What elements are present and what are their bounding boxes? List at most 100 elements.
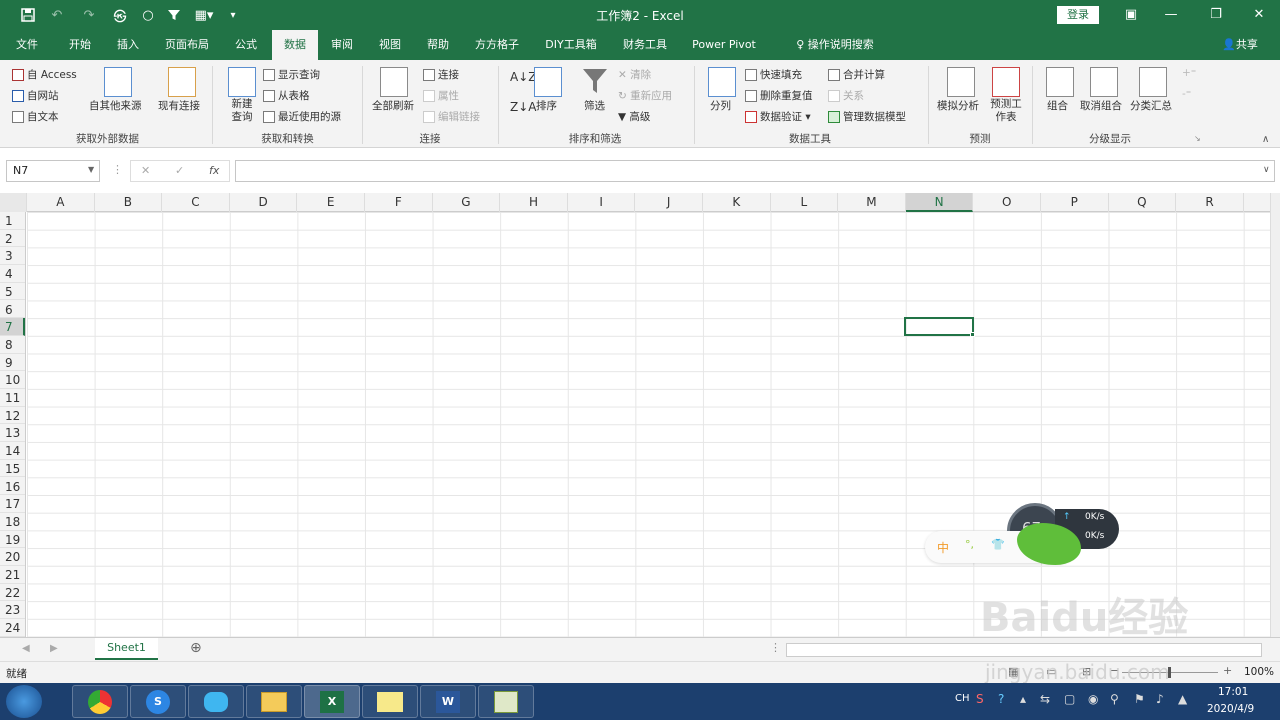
column-header[interactable]: F [365,193,433,212]
row-header[interactable]: 6 [0,301,25,319]
column-header[interactable]: H [500,193,568,212]
from-web-button[interactable]: 自网站 [12,88,59,103]
tab-formulas[interactable]: 公式 [228,30,264,60]
row-header[interactable]: 13 [0,424,25,443]
tray-signal-icon[interactable]: ▲ [1178,692,1187,706]
sort-za-icon[interactable]: Z↓A [510,100,536,114]
start-button[interactable] [6,685,42,718]
row-header[interactable]: 24 [0,619,25,637]
cancel-icon[interactable]: ✕ [141,164,150,177]
share-button[interactable]: 👤共享 [1212,30,1268,60]
subtotal-button[interactable]: 分类汇总 [1130,98,1172,113]
filter-button[interactable]: 筛选 [584,98,605,113]
tray-qq-icon[interactable]: ◉ [1088,692,1098,706]
connections-button[interactable]: 连接 [423,67,459,82]
tray-flag-icon[interactable]: ⚑ [1134,692,1145,706]
row-header[interactable]: 2 [0,230,25,248]
input-language[interactable]: CH [955,693,970,704]
ime-mode[interactable]: 中 [937,539,949,556]
insert-function-icon[interactable]: fx [209,164,219,177]
next-sheet-icon[interactable]: ▶ [50,643,58,654]
expand-formula-bar-icon[interactable]: ∨ [1263,165,1270,175]
existing-connections-button[interactable]: 现有连接 [158,98,200,113]
sheet-tab[interactable]: Sheet1 [95,638,158,660]
remove-duplicates-button[interactable]: 删除重复值 [745,88,813,103]
worksheet-grid[interactable] [27,212,1270,637]
row-header[interactable]: 7 [0,318,25,336]
taskbar-excel[interactable]: X [304,685,360,718]
clear-button[interactable]: ✕ 清除 [618,67,651,82]
column-header[interactable]: I [568,193,636,212]
row-header[interactable]: 14 [0,442,25,460]
clock-date[interactable]: 2020/4/9 [1207,703,1254,715]
name-box[interactable]: N7 [6,160,100,182]
data-validation-button[interactable]: 数据验证 ▾ [745,109,811,124]
login-button[interactable]: 登录 [1057,6,1099,24]
row-header[interactable]: 15 [0,460,25,478]
other-sources-button[interactable]: 自其他来源 [89,98,142,113]
row-header[interactable]: 19 [0,531,25,549]
tell-me-search[interactable]: ♀ 操作说明搜索 [780,30,890,60]
tab-home[interactable]: 开始 [62,30,98,60]
tab-data[interactable]: 数据 [272,30,318,60]
from-text-button[interactable]: 自文本 [12,109,59,124]
vertical-scrollbar[interactable] [1270,193,1280,637]
tray-expand-icon[interactable]: ▴ [1020,692,1026,706]
tab-finance-tools[interactable]: 财务工具 [616,30,674,60]
reapply-button[interactable]: ↻ 重新应用 [618,88,672,103]
selected-cell[interactable] [904,317,974,336]
fill-handle[interactable] [970,332,975,337]
row-header[interactable]: 3 [0,247,25,266]
column-header[interactable]: G [433,193,501,212]
skin-icon[interactable]: 👕 [991,538,1005,551]
column-header[interactable]: P [1041,193,1109,212]
tab-diy-toolbox[interactable]: DIY工具箱 [538,30,604,60]
refresh-all-button[interactable]: 全部刷新 [372,98,414,113]
flash-fill-button[interactable]: 快速填充 [745,67,802,82]
column-header[interactable]: Q [1109,193,1177,212]
horizontal-scrollbar[interactable] [786,643,1262,657]
taskbar-baidu-netdisk[interactable] [188,685,244,718]
relationships-button[interactable]: 关系 [828,88,864,103]
sort-button[interactable]: 排序 [536,98,557,113]
tab-view[interactable]: 视图 [372,30,408,60]
taskbar-notes[interactable] [362,685,418,718]
formula-input[interactable] [235,160,1275,182]
column-header[interactable]: A [27,193,95,212]
collapse-ribbon-icon[interactable]: ∧ [1262,134,1269,145]
column-header[interactable]: L [771,193,839,212]
row-header[interactable]: 8 [0,336,25,354]
properties-button[interactable]: 属性 [423,88,459,103]
close-button[interactable]: ✕ [1248,4,1270,26]
tray-sogou-icon[interactable]: S [976,692,984,706]
what-if-analysis-button[interactable]: 模拟分析 [937,98,979,113]
row-header[interactable]: 5 [0,283,25,301]
select-all-button[interactable] [0,193,27,212]
show-queries-button[interactable]: 显示查询 [263,67,320,82]
group-button[interactable]: 组合 [1047,98,1068,113]
zoom-in-icon[interactable]: + [1223,664,1232,677]
taskbar-editor[interactable] [478,685,534,718]
from-table-button[interactable]: 从表格 [263,88,310,103]
add-sheet-icon[interactable]: ⊕ [190,640,202,656]
hide-detail-icon[interactable]: -⁼ [1182,88,1191,100]
row-header[interactable]: 23 [0,601,25,620]
tab-fangfang[interactable]: 方方格子 [468,30,526,60]
tray-network-icon[interactable]: ⇆ [1040,692,1050,706]
manage-data-model-button[interactable]: 管理数据模型 [828,109,906,124]
recent-sources-button[interactable]: 最近使用的源 [263,109,341,124]
taskbar-chrome[interactable] [72,685,128,718]
tab-file[interactable]: 文件 [10,30,44,60]
text-to-columns-button[interactable]: 分列 [710,98,731,113]
row-header[interactable]: 20 [0,548,25,566]
tray-help-icon[interactable]: ? [998,692,1004,706]
row-header[interactable]: 16 [0,478,25,496]
row-header[interactable]: 17 [0,495,25,513]
advanced-button[interactable]: ▼ 高级 [618,109,650,124]
row-header[interactable]: 18 [0,513,25,531]
row-header[interactable]: 12 [0,407,25,425]
clock-time[interactable]: 17:01 [1218,686,1248,698]
ribbon-display-icon[interactable]: ▣ [1120,4,1142,26]
tray-volume-icon[interactable]: ♪ [1156,692,1164,706]
taskbar-word[interactable]: W [420,685,476,718]
